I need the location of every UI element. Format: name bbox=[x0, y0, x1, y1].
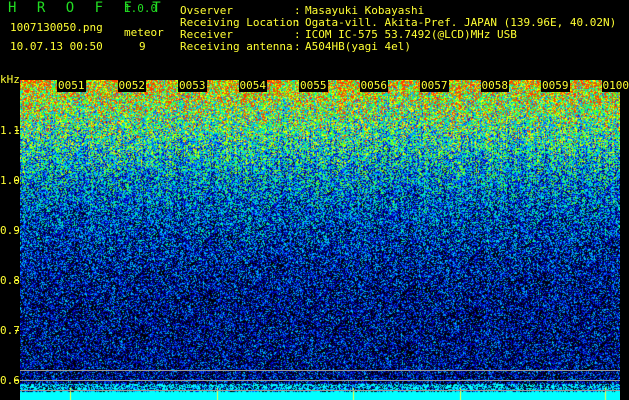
time-label: 0057 bbox=[420, 79, 449, 92]
y-tick-mark bbox=[15, 230, 19, 231]
y-tick-mark bbox=[15, 180, 19, 181]
reference-line bbox=[20, 390, 620, 391]
app-version: 1.0.0 bbox=[124, 2, 158, 15]
info-value: A504HB(yagi 4el) bbox=[305, 40, 411, 53]
y-tick-mark bbox=[15, 330, 19, 331]
time-label: 0051 bbox=[57, 79, 86, 92]
time-label: 0053 bbox=[178, 79, 207, 92]
info-label: Receiving antenna bbox=[180, 40, 293, 53]
reference-line bbox=[20, 380, 620, 381]
time-label: 0058 bbox=[480, 79, 509, 92]
time-label: 0055 bbox=[299, 79, 328, 92]
time-label: 0059 bbox=[541, 79, 570, 92]
meteor-label: meteor bbox=[124, 26, 164, 39]
time-label: 0056 bbox=[359, 79, 388, 92]
y-unit: kHz bbox=[0, 73, 20, 86]
spectrogram bbox=[20, 80, 620, 400]
y-tick-mark bbox=[15, 130, 19, 131]
file-name: 1007130050.png bbox=[10, 21, 103, 34]
y-tick-mark bbox=[15, 280, 19, 281]
reference-line bbox=[20, 370, 620, 371]
time-label: 0054 bbox=[238, 79, 267, 92]
time-label: 0052 bbox=[117, 79, 146, 92]
y-tick-mark bbox=[15, 380, 19, 381]
file-datetime: 10.07.13 00:50 bbox=[10, 40, 103, 53]
time-label: 0100 bbox=[601, 79, 629, 92]
meteor-count: 9 bbox=[139, 40, 146, 53]
